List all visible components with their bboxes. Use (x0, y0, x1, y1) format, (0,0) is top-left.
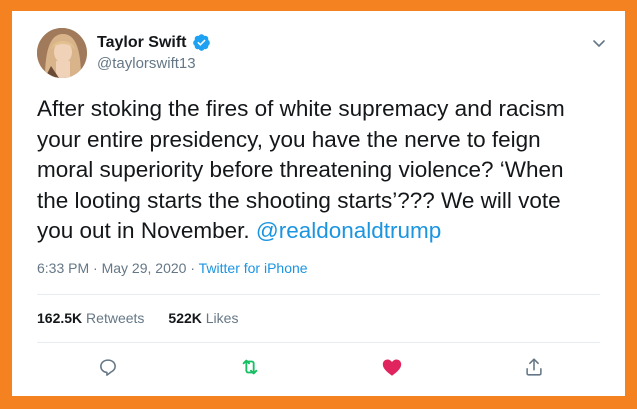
tweet-time[interactable]: 6:33 PM (37, 260, 89, 276)
action-bar (12, 356, 625, 380)
mention-link[interactable]: @realdonaldtrump (256, 218, 441, 243)
retweets-label: Retweets (86, 310, 145, 326)
share-icon[interactable] (523, 356, 545, 378)
retweet-icon[interactable] (239, 356, 261, 378)
tweet-card: Taylor Swift @taylorswift13 After stokin… (12, 11, 625, 396)
tweet-body: After stoking the fires of white suprema… (37, 94, 597, 247)
heart-icon[interactable] (381, 356, 403, 378)
likes-label: Likes (205, 310, 239, 326)
meta-separator: · (186, 260, 199, 276)
verified-badge-icon (192, 33, 211, 52)
tweet-date[interactable]: May 29, 2020 (102, 260, 187, 276)
meta-separator: · (89, 260, 102, 276)
author-name-row[interactable]: Taylor Swift (97, 33, 211, 52)
divider (37, 342, 600, 343)
reply-icon[interactable] (97, 356, 119, 378)
tweet-stats: 162.5K Retweets 522K Likes (37, 310, 238, 326)
retweets-count: 162.5K (37, 310, 83, 326)
divider (37, 294, 600, 295)
retweets-stat[interactable]: 162.5K Retweets (37, 310, 144, 326)
author-name[interactable]: Taylor Swift (97, 34, 187, 52)
author-handle[interactable]: @taylorswift13 (97, 55, 196, 72)
tweet-source-link[interactable]: Twitter for iPhone (199, 260, 308, 276)
likes-count: 522K (168, 310, 202, 326)
likes-stat[interactable]: 522K Likes (168, 310, 238, 326)
avatar[interactable] (37, 28, 87, 78)
chevron-down-icon[interactable] (591, 35, 607, 51)
tweet-meta: 6:33 PM · May 29, 2020 · Twitter for iPh… (37, 260, 308, 276)
